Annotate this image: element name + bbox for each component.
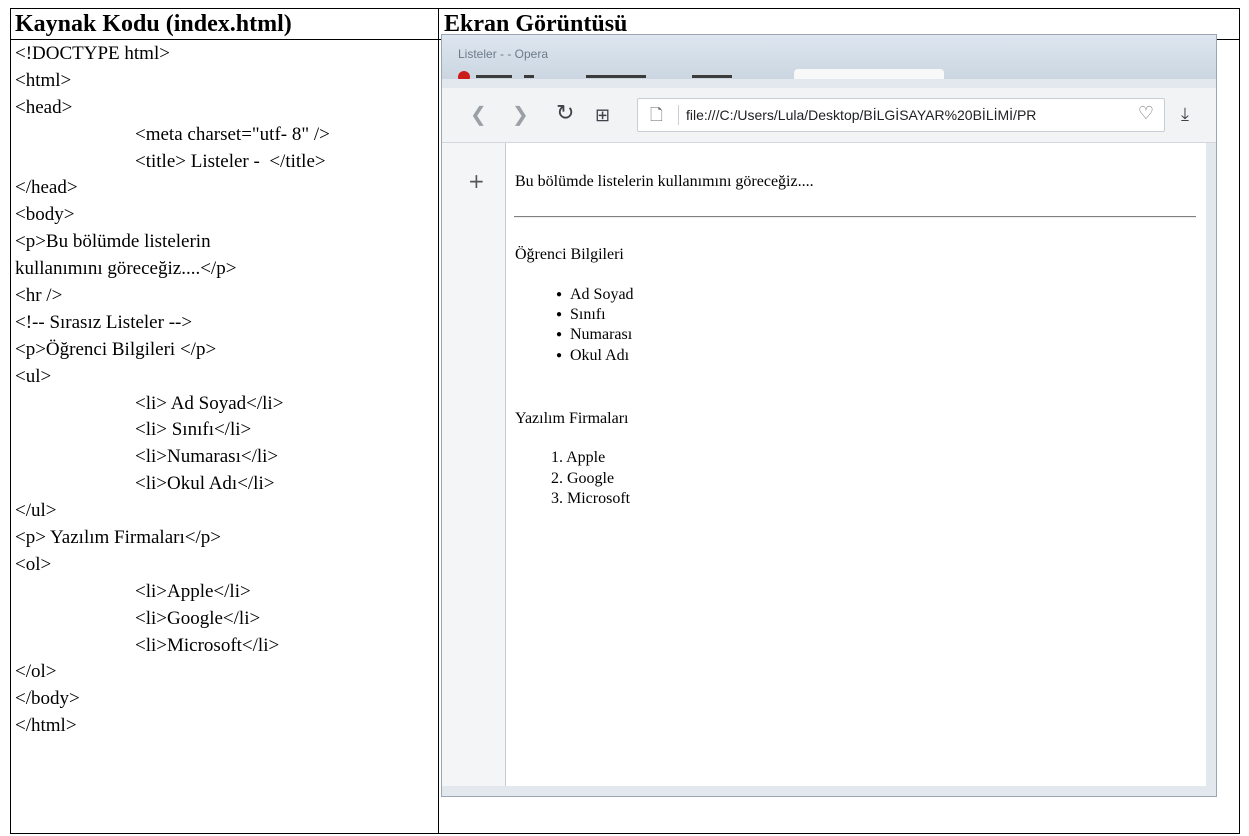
list-item-label: Apple [566, 449, 606, 466]
source-code-block: <!DOCTYPE html> <html> <head> <meta charset… [15, 41, 435, 740]
heart-icon[interactable]: ♡ [1138, 103, 1154, 124]
back-arrow-icon[interactable]: ❮ [470, 102, 487, 126]
code-line: <li> Ad Soyad</li> [135, 392, 284, 414]
code-line: <p> Yazılım Firmaları</p> [15, 527, 221, 549]
list-item: ● Numarası [556, 325, 634, 345]
list-number: 1. [551, 449, 567, 466]
window-title: Listeler - - Opera [458, 47, 549, 61]
code-line: <p>Bu bölümde listelerin [15, 231, 211, 253]
list-item: 3. Microsoft [551, 489, 630, 510]
browser-sidebar: + [442, 143, 506, 786]
opera-logo-icon [458, 71, 470, 79]
list-item-label: Microsoft [567, 490, 631, 507]
code-line: kullanımını göreceğiz....</p> [15, 258, 237, 280]
list-item-label: Ad Soyad [570, 286, 634, 303]
page-content: Bu bölümde listelerin kullanımını görece… [506, 143, 1206, 786]
list-item: ● Okul Adı [556, 346, 634, 366]
list-item: 1. Apple [551, 448, 630, 469]
code-line: <ol> [15, 553, 52, 575]
bullet-icon: ● [556, 289, 563, 300]
bullet-icon: ● [556, 329, 563, 341]
browser-titlebar: Listeler - - Opera [442, 35, 1216, 79]
code-line: </body> [15, 688, 80, 710]
browser-screenshot: Listeler - - Opera ❮ ❯ ↻ ⊞ 🗋 file:///C:/… [441, 34, 1217, 797]
tab-3[interactable] [686, 69, 786, 79]
code-line: <!DOCTYPE html> [15, 43, 170, 64]
companies-heading: Yazılım Firmaları [515, 410, 629, 427]
list-item: 2. Google [551, 469, 630, 490]
code-line: <head> [15, 96, 73, 118]
tab-active[interactable] [794, 69, 944, 79]
download-icon[interactable]: ⤓ [1181, 103, 1189, 127]
students-heading: Öğrenci Bilgileri [515, 246, 624, 263]
list-item: ● Ad Soyad [556, 285, 634, 305]
tab-menu[interactable] [454, 69, 574, 79]
list-item-label: Numarası [570, 326, 633, 344]
page-icon: 🗋 [650, 105, 663, 124]
code-line: <li>Google</li> [135, 607, 261, 629]
list-item-label: Okul Adı [570, 346, 630, 364]
url-text[interactable]: file:///C:/Users/Lula/Desktop/BİLGİSAYAR… [686, 107, 1126, 123]
list-item-label: Sınıfı [570, 306, 606, 324]
code-line: <!-- Sırasız Listeler --> [15, 311, 193, 333]
forward-arrow-icon[interactable]: ❯ [512, 102, 529, 126]
list-number: 2. [551, 469, 567, 487]
bullet-icon: ● [556, 309, 563, 321]
source-code-header: Kaynak Kodu (index.html) [15, 11, 292, 37]
list-item: ● Sınıfı [556, 305, 634, 325]
tab-2[interactable] [580, 69, 680, 79]
list-number: 3. [551, 490, 567, 507]
companies-list: 1. Apple 2. Google 3. Microsoft [551, 448, 630, 510]
tab-strip [454, 65, 1176, 79]
speed-dial-icon[interactable]: ⊞ [595, 104, 610, 128]
code-line: <li>Apple</li> [135, 580, 251, 602]
bullet-icon: ● [556, 349, 563, 361]
code-line: <html> [15, 69, 72, 91]
code-line: </html> [15, 715, 77, 737]
code-line: <body> [15, 204, 75, 226]
code-line: <li>Okul Adı</li> [135, 473, 275, 495]
reload-icon[interactable]: ↻ [556, 102, 574, 126]
code-line: <title> Listeler - </title> [135, 150, 326, 172]
code-line: <hr /> [15, 285, 63, 307]
code-line: <li>Numarası</li> [135, 446, 279, 468]
code-line: <li>Microsoft</li> [135, 634, 280, 656]
code-line: <meta charset="utf- 8" /> [135, 123, 330, 145]
code-line: </ul> [15, 500, 57, 522]
list-item-label: Google [567, 469, 615, 487]
code-line: <li> Sınıfı</li> [135, 419, 252, 441]
column-divider [438, 9, 439, 833]
code-line: <p>Öğrenci Bilgileri </p> [15, 338, 217, 360]
students-list: ● Ad Soyad ● Sınıfı ● Numarası ● Okul Adı [556, 285, 634, 366]
plus-icon[interactable]: + [468, 169, 485, 193]
intro-paragraph: Bu bölümde listelerin kullanımını görece… [515, 173, 814, 190]
code-line: <ul> [15, 365, 52, 387]
address-bar[interactable]: 🗋 file:///C:/Users/Lula/Desktop/BİLGİSAY… [637, 98, 1165, 132]
horizontal-rule [514, 216, 1196, 218]
code-line: </head> [15, 177, 78, 199]
code-line: </ol> [15, 661, 57, 683]
browser-toolbar: ❮ ❯ ↻ ⊞ 🗋 file:///C:/Users/Lula/Desktop/… [442, 88, 1216, 143]
